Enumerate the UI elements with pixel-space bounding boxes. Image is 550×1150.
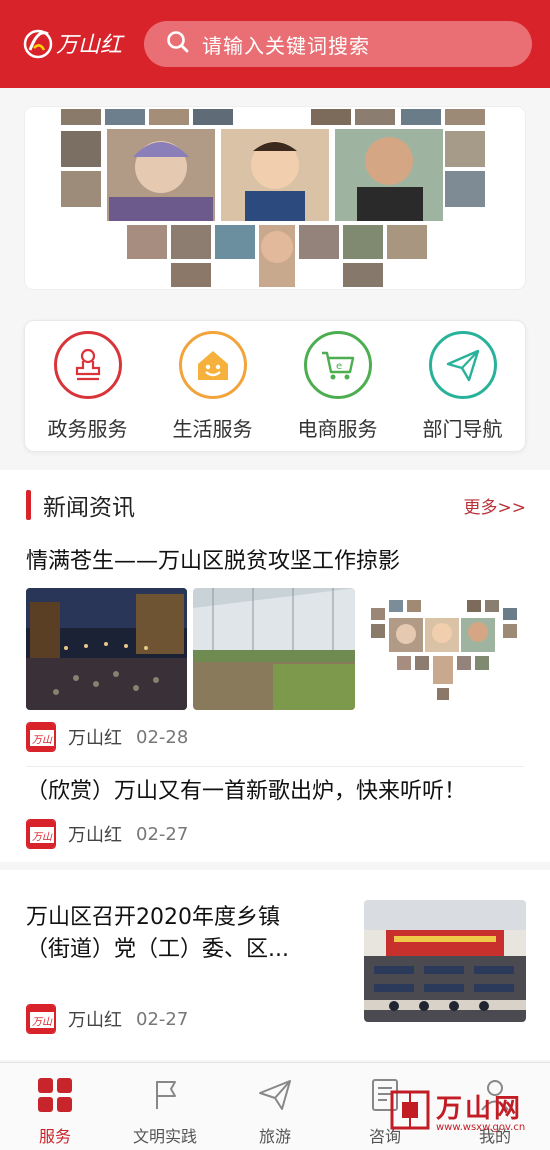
section-accent-bar	[26, 490, 31, 520]
article-thumbnail[interactable]	[364, 900, 526, 1022]
service-ecommerce[interactable]: e 电商服务	[278, 331, 398, 451]
source-logo: 万山	[26, 722, 56, 752]
paper-plane-icon	[255, 1075, 295, 1115]
article-date: 02-27	[136, 1008, 189, 1030]
article-title[interactable]: （欣赏）万山又有一首新歌出炉，快来听听！	[26, 776, 466, 808]
search-placeholder: 请输入关键词搜索	[202, 33, 370, 58]
article-date: 02-28	[136, 726, 189, 748]
more-link[interactable]: 更多>>	[464, 493, 527, 518]
watermark-name: 万山网	[436, 1094, 524, 1124]
article-title[interactable]: 情满苍生——万山区脱贫攻坚工作掠影	[26, 546, 400, 578]
service-label: 部门导航	[422, 417, 503, 441]
article-thumbnails[interactable]	[26, 588, 522, 710]
section-gap	[0, 862, 550, 870]
article-title-line2[interactable]: （街道）党（工）委、区...	[26, 934, 289, 966]
service-gov[interactable]: 政务服务	[28, 331, 148, 451]
tab-civilization-practice[interactable]: 文明实践	[110, 1063, 220, 1150]
article-thumbnail	[26, 588, 188, 710]
home-smile-icon	[178, 331, 247, 399]
article-title-line1[interactable]: 万山区召开2020年度乡镇	[26, 902, 280, 934]
watermark-url: www.wsxw.gov.cn	[436, 1122, 526, 1133]
service-grid: 政务服务 生活服务 e 电商服务 部门导航	[24, 320, 526, 452]
search-icon	[166, 30, 190, 58]
article-source: 万山红	[68, 728, 122, 749]
news-section: 新闻资讯 更多>> 情满苍生——万山区脱贫攻坚工作掠影 万山 万山红 02-28…	[0, 470, 550, 1060]
article-meta: 万山 万山红 02-27	[26, 819, 188, 849]
article-date: 02-27	[136, 823, 189, 845]
tab-label: 旅游	[258, 1127, 291, 1146]
news-header: 新闻资讯 更多>>	[26, 488, 526, 522]
article-thumbnail	[360, 588, 522, 710]
service-label: 政务服务	[47, 417, 128, 441]
source-logo: 万山	[26, 1004, 56, 1034]
tab-label: 服务	[38, 1127, 71, 1146]
divider	[26, 766, 524, 767]
banner-photo-collage	[25, 107, 525, 289]
service-dept-nav[interactable]: 部门导航	[403, 331, 523, 451]
svg-text:万山: 万山	[32, 734, 53, 746]
svg-text:e: e	[336, 361, 342, 372]
grid-icon	[35, 1075, 75, 1115]
banner-carousel[interactable]	[24, 106, 526, 290]
service-label: 生活服务	[172, 417, 253, 441]
flag-icon	[145, 1075, 185, 1115]
svg-text:万山: 万山	[32, 1016, 53, 1028]
article-meta: 万山 万山红 02-28	[26, 722, 188, 752]
tab-services[interactable]: 服务	[0, 1063, 110, 1150]
search-bar[interactable]: 请输入关键词搜索	[144, 21, 532, 67]
watermark-logo	[390, 1090, 430, 1130]
tab-tourism[interactable]: 旅游	[220, 1063, 330, 1150]
paper-plane-icon	[428, 331, 497, 399]
app-header: 万山红 请输入关键词搜索	[0, 0, 550, 88]
article-source: 万山红	[68, 1010, 122, 1031]
news-section-title: 新闻资讯	[43, 495, 135, 521]
source-logo: 万山	[26, 819, 56, 849]
svg-text:万山: 万山	[32, 831, 53, 843]
tab-label: 文明实践	[132, 1127, 197, 1146]
site-watermark: 万山网 www.wsxw.gov.cn	[390, 1088, 540, 1136]
article-source: 万山红	[68, 825, 122, 846]
app-logo[interactable]: 万山红	[22, 24, 130, 64]
article-meta: 万山 万山红 02-27	[26, 1004, 188, 1034]
service-life[interactable]: 生活服务	[153, 331, 273, 451]
article-thumbnail	[193, 588, 355, 710]
service-label: 电商服务	[297, 417, 378, 441]
stamp-icon	[53, 331, 122, 399]
cart-icon: e	[303, 331, 372, 399]
svg-text:万山红: 万山红	[56, 33, 125, 58]
